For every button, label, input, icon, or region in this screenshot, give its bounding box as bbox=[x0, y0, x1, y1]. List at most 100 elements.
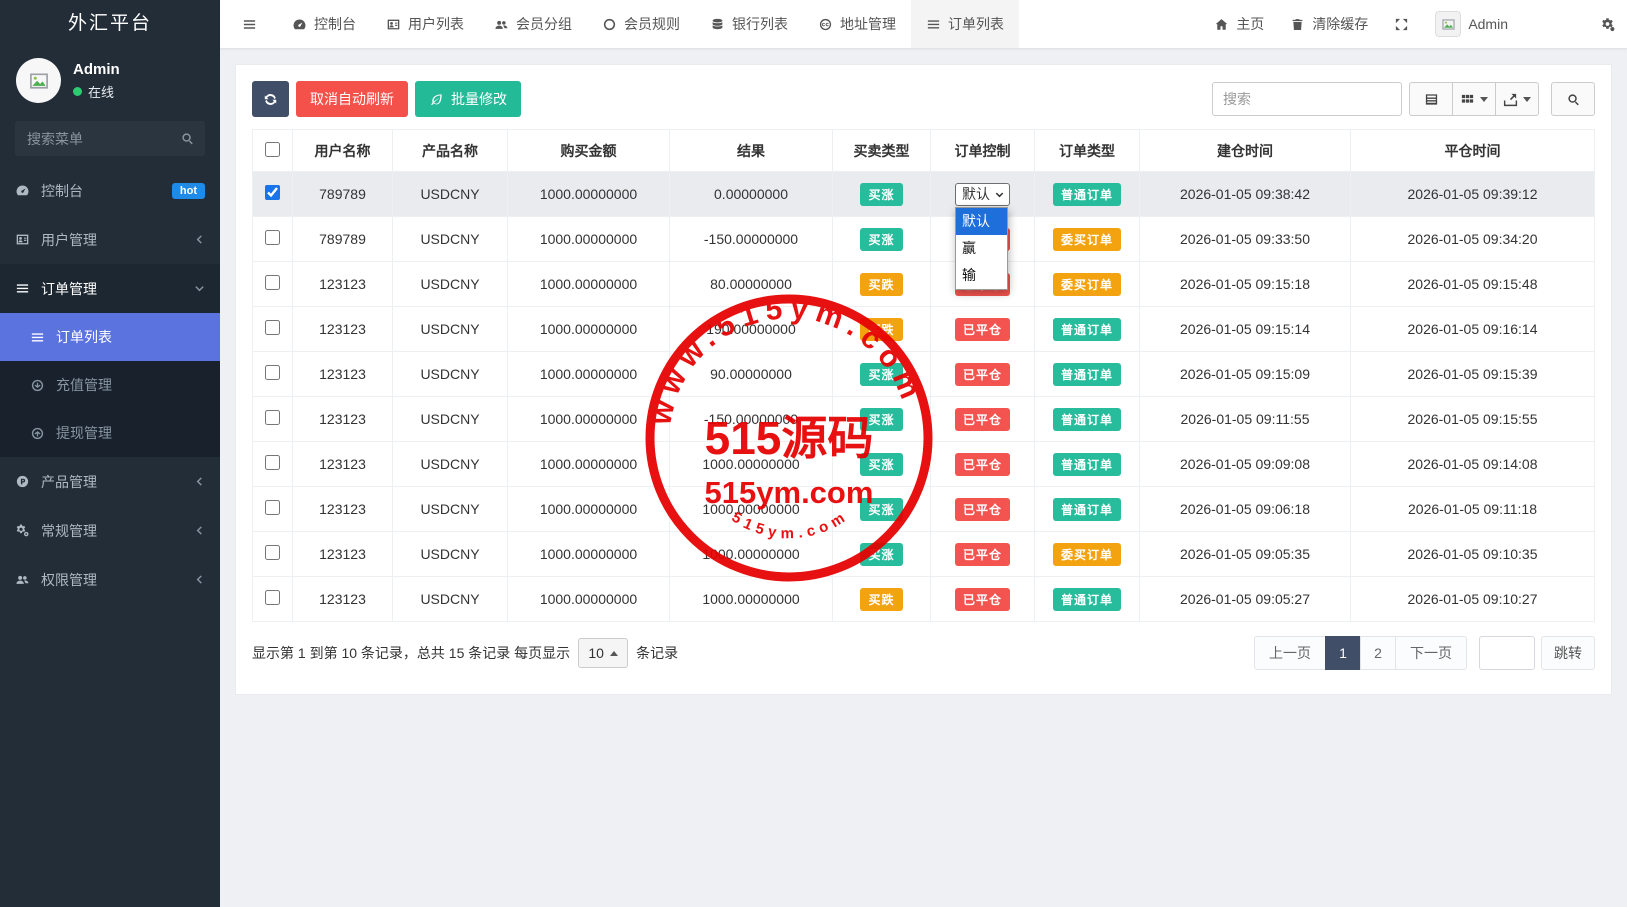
page-size-value: 10 bbox=[588, 645, 604, 661]
gauge-icon bbox=[15, 183, 30, 198]
status-badge: 已平仓 bbox=[955, 453, 1010, 476]
row-checkbox[interactable] bbox=[265, 230, 280, 245]
page-jump-input[interactable] bbox=[1479, 636, 1535, 670]
amount-cell: 1000.00000000 bbox=[508, 442, 670, 487]
avatar bbox=[16, 58, 61, 103]
result-cell: 1000.00000000 bbox=[670, 442, 833, 487]
side-cell: 买涨 bbox=[833, 172, 931, 217]
product-cell: USDCNY bbox=[393, 217, 508, 262]
row-checkbox[interactable] bbox=[265, 500, 280, 515]
menu-group-general-mgmt: 常规管理 bbox=[0, 506, 220, 555]
sidebar-item-user-mgmt[interactable]: 用户管理 bbox=[0, 215, 220, 264]
option-输[interactable]: 输 bbox=[956, 262, 1007, 289]
export-button[interactable] bbox=[1495, 82, 1539, 116]
result-cell: 1000.00000000 bbox=[670, 532, 833, 577]
search-button[interactable] bbox=[1551, 82, 1595, 116]
settings-gear-icon[interactable] bbox=[1600, 17, 1615, 32]
next-page-button[interactable]: 下一页 bbox=[1395, 636, 1467, 670]
search-icon bbox=[1566, 92, 1581, 107]
table-row: 789789USDCNY1000.000000000.00000000买涨默认默… bbox=[253, 172, 1595, 217]
row-select-cell bbox=[253, 577, 293, 622]
chevron-left-icon bbox=[194, 572, 205, 588]
side-cell: 买涨 bbox=[833, 217, 931, 262]
cancel-auto-refresh-button[interactable]: 取消自动刷新 bbox=[296, 81, 408, 117]
refresh-button[interactable] bbox=[252, 81, 289, 117]
sidebar-item-order-mgmt[interactable]: 订单管理 bbox=[0, 264, 220, 313]
open-time-cell: 2026-01-05 09:05:27 bbox=[1140, 577, 1351, 622]
cup-icon bbox=[30, 426, 45, 441]
table-row: 123123USDCNY1000.0000000080.00000000买跌已平… bbox=[253, 262, 1595, 307]
user-name: Admin bbox=[73, 61, 120, 78]
nav-item-label: 会员分组 bbox=[516, 14, 572, 34]
detail-view-button[interactable] bbox=[1409, 82, 1453, 116]
row-checkbox[interactable] bbox=[265, 590, 280, 605]
columns-icon bbox=[1460, 92, 1475, 107]
nav-item-address-mgmt[interactable]: 地址管理 bbox=[803, 0, 911, 48]
row-checkbox[interactable] bbox=[265, 410, 280, 425]
row-checkbox[interactable] bbox=[265, 545, 280, 560]
option-默认[interactable]: 默认 bbox=[956, 208, 1007, 235]
clear-cache-link[interactable]: 清除缓存 bbox=[1290, 0, 1368, 48]
menu-search-input[interactable] bbox=[15, 121, 205, 156]
brand-title: 外汇平台 bbox=[0, 0, 220, 48]
row-checkbox[interactable] bbox=[265, 320, 280, 335]
sidebar-item-permission-mgmt[interactable]: 权限管理 bbox=[0, 555, 220, 604]
page-button-1[interactable]: 1 bbox=[1325, 636, 1361, 670]
sidebar-item-dashboard[interactable]: 控制台hot bbox=[0, 166, 220, 215]
sidebar-item-product-mgmt[interactable]: 产品管理 bbox=[0, 457, 220, 506]
cdown-icon bbox=[30, 378, 45, 393]
sidebar-item-general-mgmt[interactable]: 常规管理 bbox=[0, 506, 220, 555]
table-search-input[interactable] bbox=[1212, 82, 1402, 116]
navbar-username: Admin bbox=[1468, 16, 1508, 32]
row-checkbox[interactable] bbox=[265, 455, 280, 470]
user-cell: 123123 bbox=[293, 307, 393, 352]
nav-item-bank-list[interactable]: 银行列表 bbox=[695, 0, 803, 48]
select-all-checkbox[interactable] bbox=[265, 142, 280, 157]
page-button-2[interactable]: 2 bbox=[1360, 636, 1396, 670]
order-type-badge: 普通订单 bbox=[1053, 408, 1121, 431]
columns-toggle-button[interactable] bbox=[1452, 82, 1496, 116]
table-row: 123123USDCNY1000.000000001000.00000000买涨… bbox=[253, 442, 1595, 487]
nav-item-order-list[interactable]: 订单列表 bbox=[911, 0, 1019, 48]
navbar-user[interactable]: Admin bbox=[1435, 0, 1508, 48]
result-cell: -150.00000000 bbox=[670, 217, 833, 262]
side-badge: 买涨 bbox=[860, 543, 902, 566]
order-type-cell: 普通订单 bbox=[1035, 577, 1140, 622]
table-footer: 显示第 1 到第 10 条记录，总共 15 条记录 每页显示 10 条记录 上一… bbox=[252, 636, 1595, 670]
order-type-badge: 普通订单 bbox=[1053, 363, 1121, 386]
option-赢[interactable]: 赢 bbox=[956, 235, 1007, 262]
side-badge: 买跌 bbox=[860, 273, 902, 296]
nav-item-member-group[interactable]: 会员分组 bbox=[479, 0, 587, 48]
side-cell: 买涨 bbox=[833, 487, 931, 532]
page-size-select[interactable]: 10 bbox=[578, 638, 628, 668]
hot-badge: hot bbox=[172, 183, 205, 199]
nav-item-label: 地址管理 bbox=[840, 14, 896, 34]
hamburger-icon[interactable] bbox=[242, 17, 257, 32]
order-control-select[interactable]: 默认 bbox=[955, 183, 1010, 206]
nav-item-user-list[interactable]: 用户列表 bbox=[371, 0, 479, 48]
sidebar-item-withdraw-mgmt[interactable]: 提现管理 bbox=[0, 409, 220, 457]
amount-cell: 1000.00000000 bbox=[508, 172, 670, 217]
control-cell: 已平仓 bbox=[931, 397, 1035, 442]
sidebar-item-recharge-mgmt[interactable]: 充值管理 bbox=[0, 361, 220, 409]
nav-item-dashboard[interactable]: 控制台 bbox=[277, 0, 371, 48]
side-badge: 买涨 bbox=[860, 408, 902, 431]
prev-page-button[interactable]: 上一页 bbox=[1254, 636, 1326, 670]
fullscreen-icon[interactable] bbox=[1394, 17, 1409, 32]
home-link[interactable]: 主页 bbox=[1214, 0, 1264, 48]
row-checkbox[interactable] bbox=[265, 185, 280, 200]
database-icon bbox=[710, 17, 725, 32]
result-cell: 0.00000000 bbox=[670, 172, 833, 217]
sidebar-item-order-list[interactable]: 订单列表 bbox=[0, 313, 220, 361]
side-badge: 买跌 bbox=[860, 318, 902, 341]
batch-edit-button[interactable]: 批量修改 bbox=[415, 81, 521, 117]
row-checkbox[interactable] bbox=[265, 275, 280, 290]
row-select-cell bbox=[253, 532, 293, 577]
row-select-cell bbox=[253, 442, 293, 487]
order-type-cell: 委买订单 bbox=[1035, 217, 1140, 262]
column-header-0: 用户名称 bbox=[293, 130, 393, 172]
user-cell: 123123 bbox=[293, 352, 393, 397]
row-checkbox[interactable] bbox=[265, 365, 280, 380]
page-jump-button[interactable]: 跳转 bbox=[1541, 636, 1595, 670]
nav-item-member-rule[interactable]: 会员规则 bbox=[587, 0, 695, 48]
